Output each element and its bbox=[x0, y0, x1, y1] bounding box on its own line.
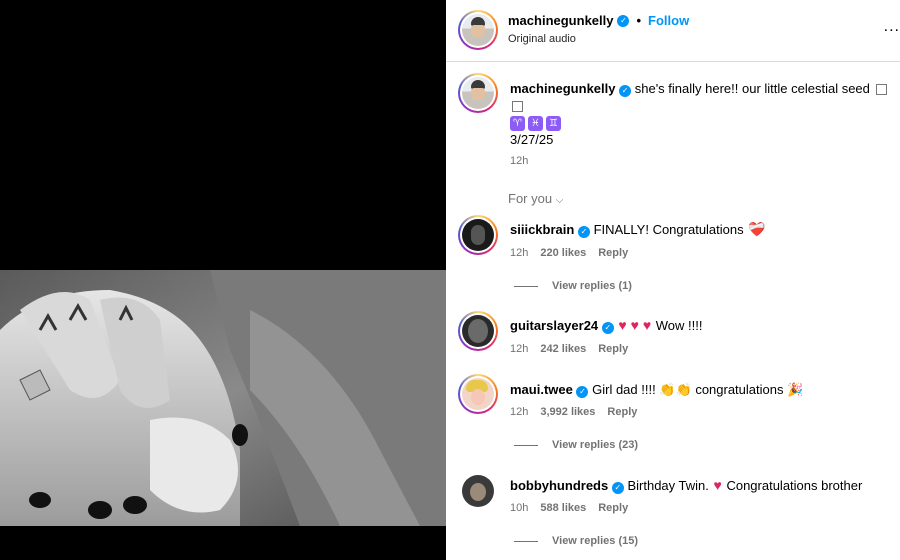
reply-button[interactable]: Reply bbox=[607, 406, 637, 418]
view-replies-label: View replies (15) bbox=[552, 535, 639, 547]
post-header: machinegunkelly ✓ • Follow Original audi… bbox=[446, 0, 900, 62]
filter-label: For you bbox=[508, 191, 553, 206]
comment-avatar-guitarslayer24[interactable] bbox=[458, 311, 498, 351]
comment-text: Girl dad !!!! bbox=[592, 382, 656, 397]
comment-2: guitarslayer24 ✓ ♥ ♥ ♥ Wow !!!! bbox=[510, 317, 702, 334]
divider bbox=[514, 540, 538, 542]
verified-badge-icon: ✓ bbox=[617, 14, 630, 27]
comment-3: maui.twee ✓ Girl dad !!!! 👏👏 congratulat… bbox=[510, 381, 803, 398]
comment-text: Wow !!!! bbox=[655, 318, 703, 333]
caption-date: 3/27/25 bbox=[510, 132, 554, 147]
divider bbox=[514, 444, 538, 446]
gemini-icon: ♊ bbox=[546, 116, 561, 132]
verified-badge-icon: ✓ bbox=[576, 386, 589, 398]
comment-text: congratulations bbox=[695, 382, 784, 397]
comment-likes[interactable]: 588 likes bbox=[540, 502, 586, 514]
avatar[interactable] bbox=[458, 10, 498, 50]
caption-avatar[interactable] bbox=[458, 73, 498, 113]
comment-time[interactable]: 12h bbox=[510, 247, 528, 259]
comment-username[interactable]: siiickbrain bbox=[510, 222, 574, 237]
comment-4: bobbyhundreds ✓ Birthday Twin. ♥ Congrat… bbox=[510, 477, 862, 494]
comment-avatar-bobbyhundreds[interactable] bbox=[462, 475, 494, 507]
comment-filter[interactable]: For you ⌵ bbox=[508, 191, 563, 206]
view-replies-label: View replies (23) bbox=[552, 439, 639, 451]
header-username[interactable]: machinegunkelly bbox=[508, 13, 613, 28]
view-replies-button[interactable]: View replies (15) bbox=[514, 535, 638, 547]
heart-icon: ♥ bbox=[713, 477, 722, 493]
comment-text: Congratulations brother bbox=[726, 478, 863, 493]
divider bbox=[514, 285, 538, 287]
clapping-hands-icon: 👏👏 bbox=[659, 382, 692, 397]
caption-username[interactable]: machinegunkelly bbox=[510, 81, 615, 96]
party-popper-icon: 🎉 bbox=[787, 382, 804, 397]
aries-icon: ♈ bbox=[510, 116, 525, 132]
comment-time[interactable]: 12h bbox=[510, 406, 528, 418]
view-replies-label: View replies (1) bbox=[552, 280, 632, 292]
caption-timestamp[interactable]: 12h bbox=[510, 155, 528, 167]
reply-button[interactable]: Reply bbox=[598, 343, 628, 355]
comment-2-meta: 12h 242 likes Reply bbox=[510, 343, 628, 355]
comment-likes[interactable]: 220 likes bbox=[540, 247, 586, 259]
heart-icons: ♥ ♥ ♥ bbox=[618, 317, 652, 333]
comment-1: siiickbrain ✓ FINALLY! Congratulations ❤… bbox=[510, 221, 767, 238]
comment-time[interactable]: 10h bbox=[510, 502, 528, 514]
verified-badge-icon: ✓ bbox=[611, 482, 624, 494]
comment-text: Birthday Twin. bbox=[627, 478, 709, 493]
emoji-icon bbox=[512, 101, 523, 113]
post-media[interactable] bbox=[0, 0, 446, 560]
view-replies-button[interactable]: View replies (23) bbox=[514, 439, 638, 451]
more-options-icon[interactable]: ... bbox=[884, 18, 900, 36]
comment-username[interactable]: bobbyhundreds bbox=[510, 478, 608, 493]
comment-1-meta: 12h 220 likes Reply bbox=[510, 247, 628, 259]
mending-heart-icon: ❤️‍🩹 bbox=[748, 221, 766, 237]
chevron-down-icon: ⌵ bbox=[555, 195, 564, 206]
reply-button[interactable]: Reply bbox=[598, 502, 628, 514]
comment-likes[interactable]: 3,992 likes bbox=[540, 406, 595, 418]
verified-badge-icon: ✓ bbox=[601, 322, 614, 334]
comment-4-meta: 10h 588 likes Reply bbox=[510, 502, 628, 514]
comment-username[interactable]: guitarslayer24 bbox=[510, 318, 598, 333]
pisces-icon: ♓ bbox=[528, 116, 543, 132]
view-replies-button[interactable]: View replies (1) bbox=[514, 280, 632, 292]
comment-likes[interactable]: 242 likes bbox=[540, 343, 586, 355]
comments-panel: machinegunkelly ✓ • Follow Original audi… bbox=[446, 0, 900, 560]
verified-badge-icon: ✓ bbox=[577, 226, 590, 238]
original-audio-link[interactable]: Original audio bbox=[508, 33, 576, 45]
reply-button[interactable]: Reply bbox=[598, 247, 628, 259]
caption-time: 12h bbox=[510, 155, 528, 167]
post-photo bbox=[0, 270, 446, 526]
emoji-icon bbox=[875, 84, 887, 96]
comment-time[interactable]: 12h bbox=[510, 343, 528, 355]
caption-text: she's finally here!! our little celestia… bbox=[634, 81, 870, 96]
verified-badge-icon: ✓ bbox=[619, 85, 632, 97]
separator: • bbox=[636, 13, 642, 28]
comment-avatar-maui-twee[interactable] bbox=[458, 374, 498, 414]
caption: machinegunkelly ✓ she's finally here!! o… bbox=[510, 80, 896, 132]
comment-avatar-siiickbrain[interactable] bbox=[458, 215, 498, 255]
comment-username[interactable]: maui.twee bbox=[510, 382, 573, 397]
comment-text: FINALLY! Congratulations bbox=[593, 222, 744, 237]
follow-button[interactable]: Follow bbox=[648, 13, 689, 28]
comment-3-meta: 12h 3,992 likes Reply bbox=[510, 406, 637, 418]
